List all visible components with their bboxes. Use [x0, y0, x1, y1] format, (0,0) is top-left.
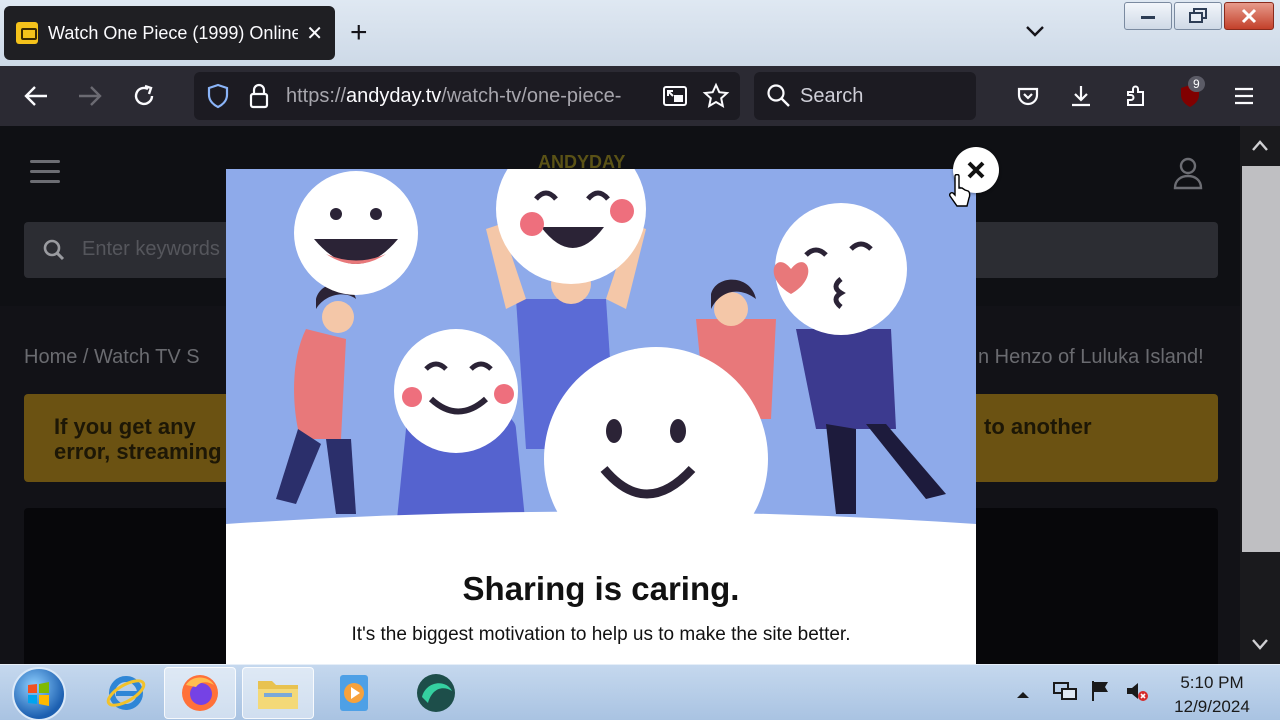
back-button[interactable]: [20, 80, 52, 112]
site-search-placeholder: Enter keywords: [82, 238, 220, 260]
show-hidden-icons-icon[interactable]: [1010, 683, 1036, 707]
scroll-up-icon[interactable]: [1250, 136, 1270, 156]
volume-muted-icon[interactable]: [1124, 679, 1150, 703]
lock-icon[interactable]: [248, 82, 270, 110]
scroll-down-icon[interactable]: [1250, 634, 1270, 654]
breadcrumb[interactable]: Home / Watch TV S: [24, 346, 234, 369]
user-account-icon[interactable]: [1172, 156, 1204, 190]
app-menu-button[interactable]: [1228, 80, 1260, 112]
tracking-protection-shield-icon[interactable]: [206, 83, 230, 109]
hand-cursor-icon: [949, 174, 971, 207]
windows-logo-icon: [28, 682, 49, 706]
clock-time: 5:10 PM: [1180, 673, 1244, 692]
url-text[interactable]: https://andyday.tv/watch-tv/one-piece-: [286, 85, 646, 108]
bookmark-star-icon[interactable]: [702, 82, 730, 110]
taskbar-internet-explorer[interactable]: [90, 667, 162, 719]
scrollbar-thumb[interactable]: [1242, 166, 1280, 552]
page-scrollbar[interactable]: [1240, 126, 1280, 664]
breadcrumb-current: n Henzo of Luluka Island!: [978, 346, 1204, 368]
internet-explorer-icon: [106, 676, 146, 710]
media-player-icon: [340, 675, 368, 711]
modal-subtext: It's the biggest motivation to help us t…: [351, 624, 851, 645]
taskbar-media-player[interactable]: [318, 667, 390, 719]
taskbar: 5:10 PM 12/9/2024: [0, 664, 1280, 720]
search-placeholder: Search: [800, 85, 864, 107]
downloads-button[interactable]: [1065, 80, 1097, 112]
new-tab-button[interactable]: +: [350, 16, 368, 50]
tab-active[interactable]: Watch One Piece (1999) Online ✕: [4, 6, 335, 60]
site-menu-icon[interactable]: [30, 160, 60, 190]
share-modal: Sharing is caring. It's the biggest moti…: [226, 169, 976, 664]
url-bar[interactable]: https://andyday.tv/watch-tv/one-piece-: [194, 72, 740, 120]
search-box[interactable]: Search: [754, 72, 976, 120]
start-button[interactable]: [12, 667, 66, 720]
happy-people-illustration: [226, 169, 976, 529]
taskbar-app-green[interactable]: [400, 667, 472, 719]
search-icon: [767, 84, 790, 107]
tab-strip: Watch One Piece (1999) Online ✕ +: [0, 0, 1280, 66]
clock-date: 12/9/2024: [1174, 697, 1250, 716]
window-controls: [1124, 2, 1274, 30]
ublock-count-badge: 9: [1188, 76, 1205, 92]
tab-title: Watch One Piece (1999) Online: [48, 22, 299, 43]
folder-icon: [258, 681, 298, 709]
pocket-button[interactable]: [1012, 80, 1044, 112]
notice-text-left: If you get any error, streaming server: [54, 414, 222, 466]
extensions-button[interactable]: [1120, 80, 1152, 112]
picture-in-picture-icon[interactable]: [662, 84, 688, 108]
list-all-tabs-icon[interactable]: [1022, 18, 1048, 44]
minimize-button[interactable]: [1124, 2, 1172, 30]
firefox-icon: [182, 675, 218, 711]
restore-button[interactable]: [1174, 2, 1222, 30]
green-app-icon: [417, 674, 455, 712]
close-window-button[interactable]: [1224, 2, 1274, 30]
forward-button[interactable]: [74, 80, 106, 112]
notice-text-right: to another: [984, 414, 1092, 439]
tab-close-icon[interactable]: ✕: [306, 21, 323, 46]
action-center-flag-icon[interactable]: [1088, 679, 1114, 703]
site-search-icon: [43, 239, 65, 261]
reload-button[interactable]: [128, 80, 160, 112]
modal-heading: Sharing is caring.: [462, 570, 740, 607]
site-favicon-icon: [16, 22, 38, 44]
system-clock[interactable]: 5:10 PM 12/9/2024: [1162, 671, 1262, 719]
network-icon[interactable]: [1052, 679, 1078, 703]
nav-toolbar: https://andyday.tv/watch-tv/one-piece- S…: [0, 66, 1280, 126]
taskbar-firefox[interactable]: [164, 667, 236, 719]
taskbar-file-explorer[interactable]: [242, 667, 314, 719]
